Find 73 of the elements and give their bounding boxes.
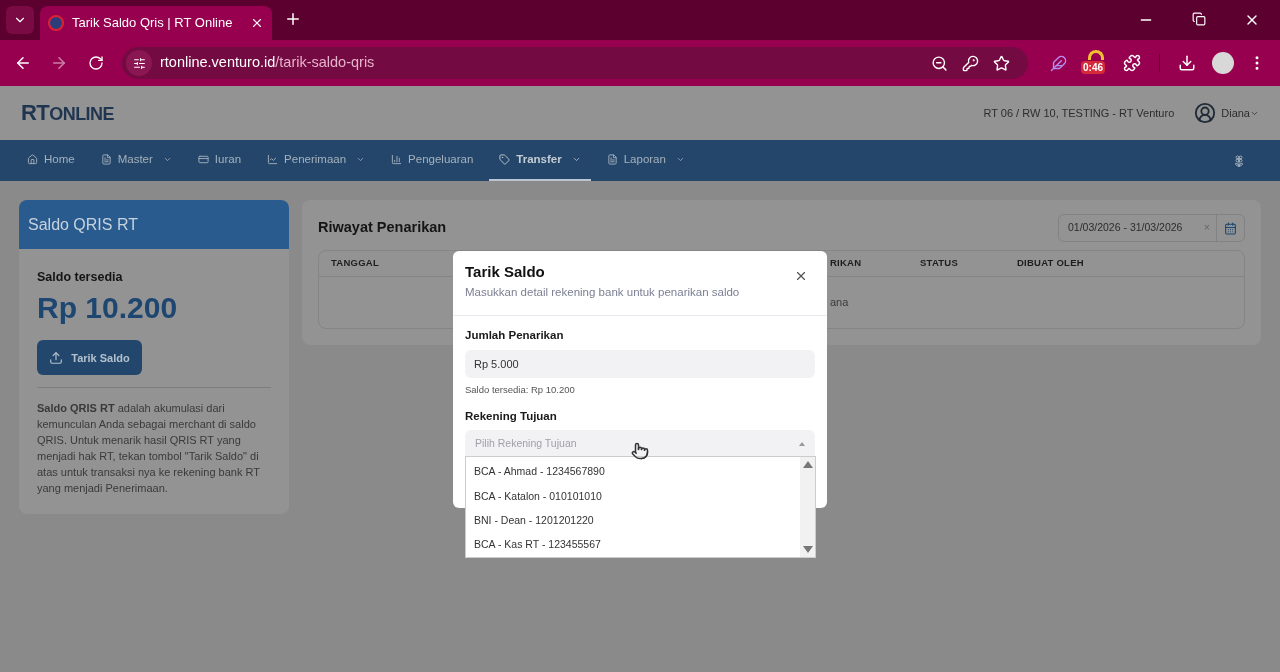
user-menu[interactable]: Diana xyxy=(1221,104,1259,122)
back-icon[interactable] xyxy=(14,54,32,72)
close-icon[interactable] xyxy=(794,269,808,283)
dropdown-option[interactable]: BCA - Ahmad - 1234567890 xyxy=(466,460,800,485)
nav-icon xyxy=(27,154,38,165)
dialog-title: Tarik Saldo xyxy=(465,263,545,281)
empty-message: ana xyxy=(830,295,849,311)
nav-icon xyxy=(267,154,279,165)
nav-item[interactable]: Home xyxy=(17,140,85,181)
logo[interactable]: RTONLINE xyxy=(21,102,114,124)
nav-item[interactable]: Master xyxy=(90,140,182,181)
user-avatar-icon[interactable] xyxy=(1194,102,1217,124)
calendar-icon[interactable] xyxy=(1224,221,1237,235)
bookmark-star-icon[interactable] xyxy=(993,54,1010,72)
restore-icon[interactable] xyxy=(1192,12,1206,26)
browser-tab[interactable]: Tarik Saldo Qris | RT Online xyxy=(40,6,272,40)
site-icon xyxy=(48,15,64,31)
column-header: TANGGAL xyxy=(330,256,380,271)
zoom-icon[interactable] xyxy=(931,54,948,72)
nav-item[interactable]: Iuran xyxy=(187,140,252,181)
dropdown-option[interactable]: BNI - Dean - 1201201220 xyxy=(466,508,800,533)
nav-item[interactable]: Pengeluaran xyxy=(381,140,484,181)
history-title: Riwayat Penarikan xyxy=(318,218,447,238)
scroll-up-icon[interactable] xyxy=(802,461,813,468)
reload-icon[interactable] xyxy=(88,55,104,71)
nav-icon xyxy=(100,154,112,165)
hint-text: Saldo tersedia: Rp 10.200 xyxy=(465,384,576,396)
card-header: Saldo QRIS RT xyxy=(19,200,289,249)
nav-icon xyxy=(197,154,209,165)
nav-icon xyxy=(606,154,618,165)
profile-avatar[interactable] xyxy=(1212,52,1234,74)
scrollbar[interactable] xyxy=(800,457,815,557)
url-text: rtonline.venturo.id/tarik-saldo-qris xyxy=(160,53,375,73)
dropdown-option[interactable]: BCA - Katalon - 010101010 xyxy=(466,484,800,509)
balance-amount: Rp 10.200 xyxy=(37,289,179,326)
feather-icon[interactable] xyxy=(1050,54,1067,72)
settings-icon[interactable] xyxy=(1233,154,1245,167)
description-text: Saldo QRIS RT adalah akumulasi dari kemunculan Anda sebagai merchant di saldo QRIS. Untuk menarik hasil QRIS RT yang menjadi hak RT, tekan tombol "Tarik Saldo" di atas untuk transaksi nya ke rekening bank RT yang menjadi Penerimaan. xyxy=(37,401,261,497)
close-icon[interactable] xyxy=(250,16,264,30)
column-header: STATUS xyxy=(920,256,959,271)
address-bar[interactable]: rtonline.venturo.id/tarik-saldo-qris xyxy=(122,47,1028,79)
download-icon[interactable] xyxy=(1178,54,1196,72)
nav-item[interactable]: Penerimaan xyxy=(257,140,376,181)
scroll-down-icon[interactable] xyxy=(802,546,813,553)
chevron-down-icon xyxy=(571,155,581,164)
amount-field[interactable]: Rp 5.000 xyxy=(465,350,815,378)
timer-badge: 0:46 xyxy=(1081,61,1105,74)
field-label: Rekening Tujuan xyxy=(465,409,558,423)
nav-item[interactable]: Laporan xyxy=(596,140,695,181)
nav-item[interactable]: Transfer xyxy=(489,140,591,181)
chevron-down-icon xyxy=(675,155,685,164)
dialog-subtitle: Masukkan detail rekening bank untuk penarikan saldo xyxy=(465,285,740,299)
field-label: Jumlah Penarikan xyxy=(465,328,565,342)
organization-text: RT 06 / RW 10, TESTING - RT Venturo xyxy=(983,105,1175,121)
caret-icon xyxy=(799,441,805,446)
extensions-icon[interactable] xyxy=(1123,54,1141,72)
dropdown-option[interactable]: BCA - Kas RT - 123455567 xyxy=(466,532,800,557)
chevron-down-icon xyxy=(162,155,172,164)
tab-title: Tarik Saldo Qris | RT Online xyxy=(72,14,234,33)
site-settings-icon[interactable] xyxy=(132,56,146,70)
new-tab-icon[interactable] xyxy=(284,10,302,28)
chevron-down-icon xyxy=(356,155,366,164)
column-header: DIBUAT OLEH xyxy=(1017,256,1085,271)
nav-icon xyxy=(391,154,403,165)
account-select[interactable]: Pilih Rekening Tujuan xyxy=(465,430,815,457)
key-icon[interactable] xyxy=(962,54,979,72)
upload-icon xyxy=(49,350,64,365)
date-range-field[interactable]: 01/03/2026 - 31/03/2026 × xyxy=(1058,214,1245,242)
pointer-cursor-icon xyxy=(631,442,649,460)
column-header: RIKAN xyxy=(830,256,863,271)
nav-icon xyxy=(499,154,511,165)
withdraw-button[interactable]: Tarik Saldo xyxy=(37,340,142,376)
balance-label: Saldo tersedia xyxy=(37,269,124,286)
